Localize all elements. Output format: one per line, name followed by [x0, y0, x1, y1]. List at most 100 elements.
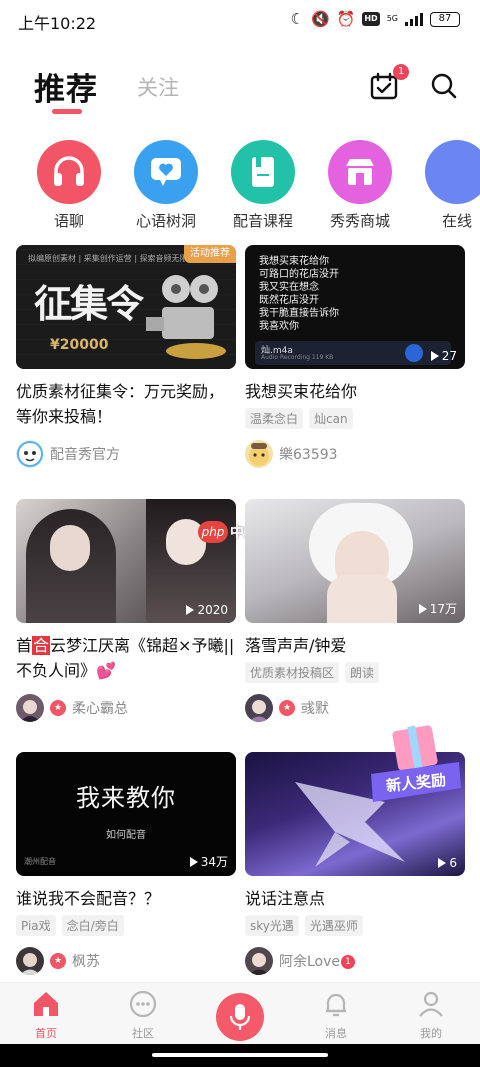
play-icon: [189, 856, 198, 867]
bell-icon: [326, 993, 346, 1017]
tag[interactable]: 念白/旁白: [61, 915, 124, 936]
card-thumbnail: 拟编原创素材 | 采集创作运营 | 探索音频无限可能! 活动推荐 征集令 ¥20…: [16, 245, 236, 369]
play-count-value: 17万: [429, 602, 457, 616]
tab-recommend[interactable]: 推荐: [34, 64, 98, 109]
category-label: 在线: [441, 212, 472, 230]
card-thumbnail: 17万: [245, 499, 465, 623]
card-author[interactable]: ★ 枫苏: [16, 946, 236, 976]
card-author[interactable]: 樂63593: [245, 439, 465, 469]
lyric-line: 我想买束花给你: [259, 256, 329, 267]
card-author[interactable]: 配音秀官方: [16, 439, 236, 469]
play-icon: [438, 858, 447, 868]
play-count: 27: [430, 349, 457, 363]
record-mic-button[interactable]: [216, 993, 264, 1041]
nav-label: 首页: [35, 1027, 57, 1040]
card-tags: 优质素材投稿区 朗读: [245, 662, 465, 683]
card-title: 谁说我不会配音？？: [16, 889, 161, 908]
category-row: 语聊 心语树洞 配音课程 秀秀商城 在线: [0, 140, 480, 230]
play-count-value: 6: [449, 856, 457, 870]
profile-icon: [419, 991, 443, 1017]
lyric-line: 我喜欢你: [259, 321, 299, 332]
avatar: [16, 440, 44, 468]
play-icon: [186, 605, 195, 615]
shop-icon: [328, 140, 392, 204]
microphone-icon: [229, 1004, 251, 1030]
tag[interactable]: 光遇巫师: [304, 915, 363, 936]
newcomer-gift-button[interactable]: 新人奖励: [365, 722, 465, 806]
avatar: [245, 694, 273, 722]
battery-icon: 87: [430, 11, 460, 27]
category-dubbing-course[interactable]: 配音课程: [213, 140, 313, 230]
feed-card-5[interactable]: 我来教你 如何配音 潮州配音 34万 谁说我不会配音？？ Pia戏 念白/旁白 …: [16, 752, 236, 976]
lyric-line: 既然花店没开: [259, 295, 319, 306]
play-icon: [430, 351, 439, 361]
nav-messages[interactable]: 消息: [306, 989, 366, 1041]
alarm-icon: ⏰: [336, 10, 356, 28]
avatar: [16, 947, 44, 975]
status-time: 上午10:22: [18, 14, 97, 33]
tag[interactable]: Pia戏: [16, 915, 56, 936]
thumb-prize: ¥20000: [50, 337, 109, 353]
nav-home[interactable]: 首页: [16, 989, 76, 1041]
category-label: 语聊: [53, 212, 84, 230]
tag[interactable]: 优质素材投稿区: [245, 662, 340, 683]
calendar-badge: 1: [393, 64, 409, 80]
play-count-value: 2020: [197, 603, 228, 617]
nav-community[interactable]: 社区: [113, 989, 173, 1041]
card-tags: 温柔念白 灿can: [245, 408, 465, 429]
moon-icon: ☾: [290, 10, 304, 28]
audio-file-info: Audio Recording 119 KB: [261, 354, 334, 361]
thumb-line: 拟编原创素材: [28, 254, 76, 263]
system-home-bar: [0, 1044, 480, 1067]
nav-label: 社区: [132, 1027, 154, 1040]
card-author[interactable]: ★ 彧默: [245, 693, 465, 723]
camera-icon: [146, 275, 226, 359]
watermark-logo: php: [198, 521, 228, 543]
thumb-title: 我来教你: [76, 784, 176, 812]
lyric-line: 可路口的花店没开: [259, 269, 339, 280]
lyric-line: 我干脆直接告诉你: [259, 308, 339, 319]
avatar: [245, 440, 273, 468]
author-name: 枫苏: [72, 954, 100, 970]
verified-star-icon: ★: [279, 700, 295, 716]
card-title: 落雪声声/钟爱: [245, 636, 347, 655]
play-count: 17万: [418, 600, 457, 617]
category-heart-hole[interactable]: 心语树洞: [116, 140, 216, 230]
tag[interactable]: sky光遇: [245, 915, 299, 936]
card-title: 优质素材征集令：万元奖励，等你来投稿！: [16, 382, 225, 426]
card-author[interactable]: 阿余Love: [245, 946, 465, 976]
search-icon: [431, 73, 457, 99]
card-tags: Pia戏 念白/旁白: [16, 915, 236, 936]
signal-icon: [405, 12, 423, 26]
title-part: 首: [16, 636, 33, 655]
author-name: 配音秀官方: [50, 447, 120, 463]
feed-card-4[interactable]: 17万 落雪声声/钟爱 优质素材投稿区 朗读 ★ 彧默: [245, 499, 465, 723]
thumb-logo: 潮州配音: [24, 857, 56, 866]
feed-card-1[interactable]: 拟编原创素材 | 采集创作运营 | 探索音频无限可能! 活动推荐 征集令 ¥20…: [16, 245, 236, 469]
message-badge: 1: [341, 955, 355, 969]
play-icon: [418, 603, 427, 614]
tag[interactable]: 灿can: [309, 408, 353, 429]
author-name: 阿余Love: [279, 954, 341, 970]
card-title: 首合云梦江厌离《锦超×予曦||不负人间》💕: [16, 633, 236, 683]
feed-card-2[interactable]: 我想买束花给你 可路口的花店没开 我又实在想念 既然花店没开 我干脆直接告诉你 …: [245, 245, 465, 469]
card-thumbnail: 2020: [16, 499, 236, 623]
tag[interactable]: 温柔念白: [245, 408, 304, 429]
category-label: 配音课程: [232, 212, 293, 230]
category-shop[interactable]: 秀秀商城: [310, 140, 410, 230]
card-author[interactable]: ★ 柔心霸总: [16, 693, 236, 723]
category-voice-chat[interactable]: 语聊: [19, 140, 119, 230]
search-button[interactable]: [430, 72, 458, 100]
nav-profile[interactable]: 我的: [401, 989, 461, 1041]
home-indicator[interactable]: [152, 1053, 328, 1057]
network-type: 5G: [386, 14, 398, 23]
tag[interactable]: 朗读: [345, 662, 380, 683]
thumb-title: 征集令: [34, 282, 144, 326]
nav-label: 我的: [420, 1027, 442, 1040]
card-title: 说话注意点: [245, 889, 326, 908]
tab-underline: [52, 109, 82, 114]
tab-follow[interactable]: 关注: [137, 72, 179, 102]
title-highlight: 合: [32, 636, 51, 655]
category-online[interactable]: 在线: [407, 140, 480, 230]
author-name: 彧默: [301, 701, 329, 717]
